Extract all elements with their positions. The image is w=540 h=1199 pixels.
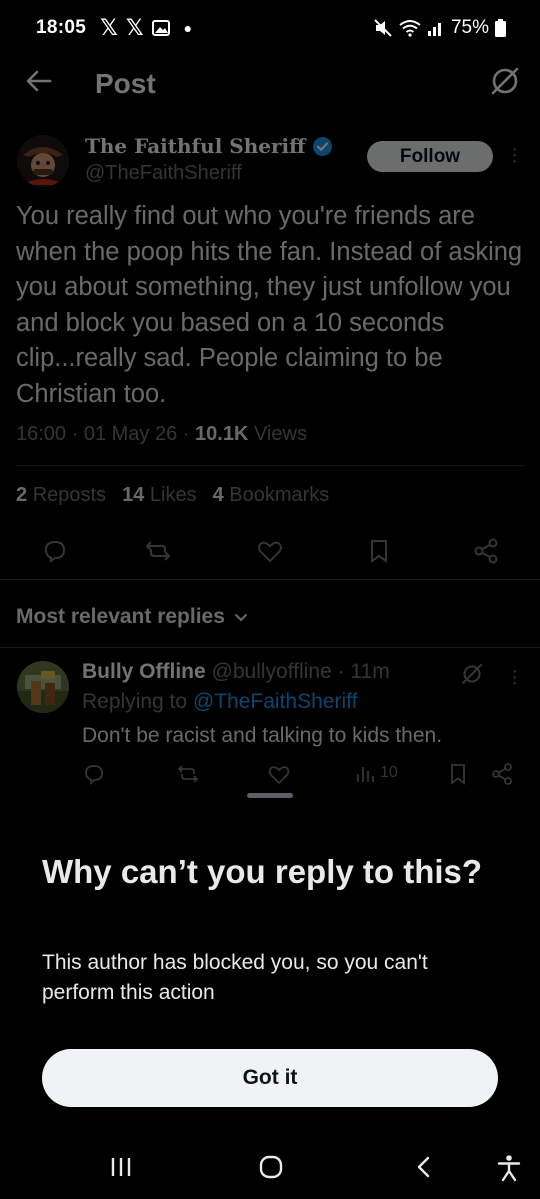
more-options-icon[interactable]: · · ·: [511, 139, 518, 171]
system-back-icon[interactable]: [412, 1154, 436, 1180]
divider: [16, 465, 524, 466]
views-icon[interactable]: [354, 762, 378, 786]
repost-icon[interactable]: [176, 762, 200, 786]
reply-author-avatar[interactable]: [17, 661, 69, 713]
bookmark-icon[interactable]: [365, 537, 393, 565]
reposts-label: Reposts: [32, 484, 107, 506]
post-stats: 2 Reposts 14 Likes 4 Bookmarks: [16, 484, 329, 507]
replies-sort-label: Most relevant replies: [16, 605, 225, 628]
sheet-drag-handle[interactable]: [247, 793, 293, 798]
recent-apps-icon[interactable]: [109, 1154, 133, 1180]
likes-stat[interactable]: 14 Likes: [122, 484, 197, 507]
wifi-icon: [399, 20, 421, 37]
likes-count: 14: [122, 484, 145, 506]
replies-sort-dropdown[interactable]: Most relevant replies: [16, 605, 249, 629]
like-icon[interactable]: [256, 537, 284, 565]
bookmarks-count: 4: [212, 484, 224, 506]
repost-icon[interactable]: [144, 537, 172, 565]
status-time: 18:05: [36, 17, 87, 38]
bookmark-icon[interactable]: [446, 762, 470, 786]
got-it-button[interactable]: Got it: [42, 1049, 498, 1107]
system-nav-bar: [0, 1140, 540, 1199]
back-arrow-icon[interactable]: [22, 64, 56, 98]
post-action-bar: [0, 537, 540, 573]
reply-action-bar: 10: [0, 762, 540, 792]
verified-badge-icon: [312, 136, 332, 156]
like-icon[interactable]: [267, 762, 291, 786]
page-title: Post: [95, 68, 156, 99]
status-bar: 18:05 𝕏 𝕏 ● 75%: [0, 0, 540, 56]
share-icon[interactable]: [490, 762, 514, 786]
mute-icon: [374, 19, 392, 37]
reply-icon[interactable]: [41, 537, 69, 565]
reply-views-count: 10: [380, 764, 398, 781]
views-label: Views: [253, 423, 307, 445]
divider: [0, 647, 540, 648]
follow-button[interactable]: Follow: [367, 141, 493, 172]
replying-prefix: Replying to: [82, 690, 188, 713]
bookmarks-label: Bookmarks: [229, 484, 330, 506]
post-header: Post: [0, 56, 540, 114]
post-text: You really find out who you're friends a…: [16, 202, 523, 408]
reply-separator: ·: [337, 660, 345, 683]
author-name[interactable]: The Faithful Sheriff: [85, 134, 306, 158]
battery-icon: [495, 19, 506, 37]
reply-text: Don't be racist and talking to kids then…: [82, 724, 443, 747]
home-icon[interactable]: [258, 1154, 284, 1180]
reply-author-name[interactable]: Bully Offline: [82, 660, 206, 683]
gallery-icon: [151, 20, 170, 36]
x-icon: 𝕏: [125, 15, 144, 41]
notification-dot-icon: ●: [183, 20, 193, 36]
bookmarks-stat[interactable]: 4 Bookmarks: [213, 484, 330, 507]
author-handle[interactable]: @TheFaithSheriff: [85, 162, 242, 185]
views-count: 10.1K: [195, 423, 249, 445]
replying-to: Replying to @TheFaithSheriff: [82, 690, 357, 714]
signal-icon: [427, 23, 441, 36]
share-icon[interactable]: [472, 537, 500, 565]
blocked-reply-sheet: Why can’t you reply to this? This author…: [0, 790, 540, 1199]
chevron-down-icon: [234, 614, 247, 622]
post-date: 01 May 26: [83, 423, 178, 445]
replying-to-handle[interactable]: @TheFaithSheriff: [193, 690, 358, 713]
grok-icon[interactable]: [460, 662, 484, 686]
reply-age: 11m: [350, 660, 390, 683]
reply-author-handle[interactable]: @bullyoffline: [212, 660, 332, 683]
grok-icon[interactable]: [488, 64, 522, 98]
x-icon: 𝕏: [100, 15, 118, 41]
author-avatar[interactable]: [17, 135, 69, 187]
reply-more-options-icon[interactable]: · · ·: [511, 661, 518, 693]
reposts-count: 2: [16, 484, 28, 506]
post-time: 16:00: [16, 423, 67, 445]
likes-label: Likes: [149, 484, 197, 506]
accessibility-icon[interactable]: [496, 1154, 522, 1182]
divider: [0, 579, 540, 580]
reposts-stat[interactable]: 2 Reposts: [16, 484, 106, 507]
reply-author-row: Bully Offline @bullyoffline · 11m: [82, 660, 390, 684]
sheet-body: This author has blocked you, so you can'…: [42, 951, 428, 1004]
reply-icon[interactable]: [82, 762, 106, 786]
battery-percent: 75%: [450, 17, 489, 38]
post-meta: 16:00 · 01 May 26 · 10.1K Views: [16, 423, 307, 445]
sheet-title: Why can’t you reply to this?: [42, 853, 483, 890]
author-name-row: The Faithful Sheriff: [85, 134, 333, 158]
